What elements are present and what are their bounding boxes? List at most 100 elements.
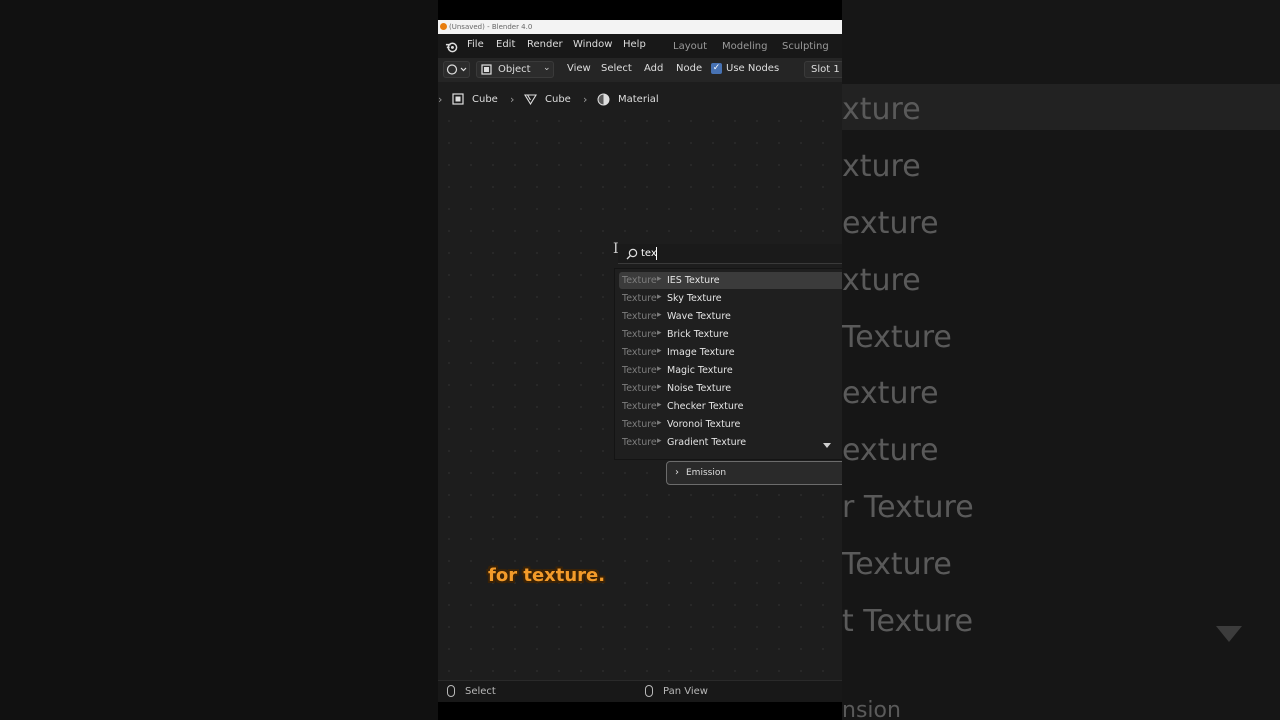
chevron-right-icon: ▸ xyxy=(657,436,662,446)
status-pan: Pan View xyxy=(663,686,708,697)
result-category: Texture xyxy=(622,401,657,412)
background-left xyxy=(0,0,438,720)
search-field[interactable]: tex xyxy=(618,244,842,264)
window-title: (Unsaved) - Blender 4.0 xyxy=(449,23,533,31)
result-item[interactable]: Texture ▸ Noise Texture xyxy=(619,380,842,397)
chevron-right-icon: › xyxy=(438,93,443,106)
letterbox-bottom xyxy=(438,702,842,720)
result-item[interactable]: Texture ▸ Brick Texture xyxy=(619,326,842,343)
result-category: Texture xyxy=(622,293,657,304)
tab-layout[interactable]: Layout xyxy=(673,41,707,52)
result-category: Texture xyxy=(622,347,657,358)
background-item: xture xyxy=(842,92,921,127)
tab-modeling[interactable]: Modeling xyxy=(722,41,768,52)
background-item: t Texture xyxy=(842,604,974,639)
result-item[interactable]: Texture ▸ Wave Texture xyxy=(619,308,842,325)
result-category: Texture xyxy=(622,311,657,322)
breadcrumb-material[interactable]: Material xyxy=(618,94,659,105)
use-nodes-checkbox[interactable]: ✓ xyxy=(711,63,722,74)
result-category: Texture xyxy=(622,383,657,394)
blender-window: (Unsaved) - Blender 4.0 File Edit Render… xyxy=(438,0,842,720)
scroll-down-icon[interactable] xyxy=(823,443,831,448)
breadcrumb-object[interactable]: Cube xyxy=(472,94,498,105)
slot-label: Slot 1 xyxy=(811,64,840,75)
result-label: Gradient Texture xyxy=(667,437,747,448)
background-item: exture xyxy=(842,433,939,468)
result-label: Voronoi Texture xyxy=(667,419,741,430)
result-item[interactable]: Texture ▸ Gradient Texture xyxy=(619,434,842,451)
result-item[interactable]: Texture ▸ Sky Texture xyxy=(619,290,842,307)
object-mode-dropdown[interactable]: Object ⌄ xyxy=(476,61,554,78)
material-icon xyxy=(597,93,610,106)
letterbox-top xyxy=(438,0,842,20)
background-item: nsion xyxy=(842,698,901,720)
background-item: Texture xyxy=(842,547,952,582)
tab-sculpting[interactable]: Sculpting xyxy=(782,41,829,52)
search-results: Texture ▸ IES Texture Texture ▸ Sky Text… xyxy=(614,268,842,460)
search-input[interactable]: tex xyxy=(641,248,657,259)
result-label: Checker Texture xyxy=(667,401,744,412)
result-label: Magic Texture xyxy=(667,365,733,376)
chevron-right-icon: ▸ xyxy=(657,418,662,428)
chevron-right-icon: ▸ xyxy=(657,292,662,302)
chevron-right-icon: ▸ xyxy=(657,328,662,338)
object-mode-label: Object xyxy=(498,64,531,75)
emission-label: Emission xyxy=(686,468,727,478)
menu-window[interactable]: Window xyxy=(573,39,612,50)
chevron-right-icon: ▸ xyxy=(657,400,662,410)
chevron-right-icon: ▸ xyxy=(657,274,662,284)
background-item: r Texture xyxy=(842,490,974,525)
result-item[interactable]: Texture ▸ Image Texture xyxy=(619,344,842,361)
breadcrumb-mesh[interactable]: Cube xyxy=(545,94,571,105)
result-label: Noise Texture xyxy=(667,383,732,394)
result-item[interactable]: Texture ▸ Checker Texture xyxy=(619,398,842,415)
result-item[interactable]: Texture ▸ Magic Texture xyxy=(619,362,842,379)
result-category: Texture xyxy=(622,419,657,430)
chevron-right-icon: › xyxy=(675,467,679,478)
result-category: Texture xyxy=(622,437,657,448)
background-item: xture xyxy=(842,263,921,298)
menu-node[interactable]: Node xyxy=(676,63,702,74)
result-category: Texture xyxy=(622,275,657,286)
use-nodes-label: Use Nodes xyxy=(726,63,780,74)
menu-edit[interactable]: Edit xyxy=(496,39,515,50)
slot-dropdown[interactable]: Slot 1 xyxy=(804,61,842,78)
result-item[interactable]: Texture ▸ IES Texture xyxy=(619,272,842,289)
chevron-right-icon: › xyxy=(583,93,588,106)
title-bar: (Unsaved) - Blender 4.0 xyxy=(438,20,842,34)
result-label: Wave Texture xyxy=(667,311,731,322)
menu-select[interactable]: Select xyxy=(601,63,632,74)
search-icon xyxy=(626,248,638,260)
result-item[interactable]: Texture ▸ Voronoi Texture xyxy=(619,416,842,433)
status-bar: Select Pan View xyxy=(438,680,842,703)
result-label: IES Texture xyxy=(667,275,720,286)
chevron-right-icon: ▸ xyxy=(657,382,662,392)
result-label: Image Texture xyxy=(667,347,735,358)
chevron-right-icon: ▸ xyxy=(657,310,662,320)
menu-add[interactable]: Add xyxy=(644,63,663,74)
search-caret xyxy=(656,247,657,260)
editor-type-button[interactable] xyxy=(443,61,470,78)
blender-logo-icon[interactable] xyxy=(445,40,458,53)
mouse-middle-icon xyxy=(645,685,653,697)
menu-view[interactable]: View xyxy=(567,63,591,74)
background-item: exture xyxy=(842,206,939,241)
chevron-right-icon: › xyxy=(510,93,515,106)
menu-render[interactable]: Render xyxy=(527,39,563,50)
menu-file[interactable]: File xyxy=(467,39,484,50)
video-caption: for texture. xyxy=(488,565,606,586)
background-arrow-icon xyxy=(1216,626,1242,642)
object-icon xyxy=(452,93,464,105)
background-right: xture xture exture xture Texture exture … xyxy=(842,0,1280,720)
status-select: Select xyxy=(465,686,496,697)
emission-panel[interactable]: › Emission xyxy=(666,461,842,485)
editor-header: Object ⌄ View Select Add Node ✓ Use Node… xyxy=(438,58,842,82)
background-item: exture xyxy=(842,376,939,411)
object-icon xyxy=(481,64,492,75)
mesh-icon xyxy=(524,94,537,105)
result-category: Texture xyxy=(622,329,657,340)
menu-help[interactable]: Help xyxy=(623,39,646,50)
background-item: Texture xyxy=(842,320,952,355)
background-item: xture xyxy=(842,149,921,184)
chevron-down-icon: ⌄ xyxy=(543,63,551,73)
